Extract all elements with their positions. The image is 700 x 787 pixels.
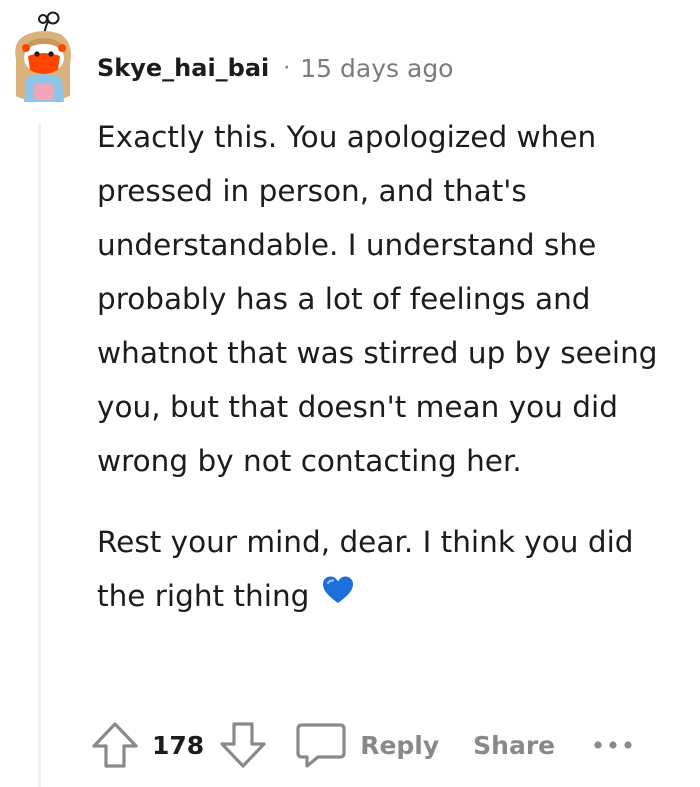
thread-line[interactable]	[38, 124, 41, 787]
vote-score: 178	[152, 730, 205, 760]
snoo-avatar-icon	[15, 11, 71, 102]
meta-separator: ·	[283, 55, 291, 81]
more-dots-icon	[594, 741, 632, 749]
reply-label: Reply	[360, 730, 440, 760]
comment-actions: 178 Reply Share	[90, 712, 633, 778]
share-button[interactable]: Share	[473, 731, 555, 760]
avatar[interactable]	[4, 4, 82, 104]
comment-paragraph: Exactly this. You apologized when presse…	[97, 120, 658, 478]
comment-bubble-icon	[296, 723, 346, 768]
comment-timestamp[interactable]: 15 days ago	[300, 54, 453, 83]
comment-header: Skye_hai_bai · 15 days ago	[97, 50, 453, 86]
comment-paragraph-text: Rest your mind, dear. I think you did th…	[97, 525, 634, 613]
more-options-button[interactable]	[593, 739, 633, 751]
reply-button[interactable]: Reply	[294, 720, 439, 770]
author-username[interactable]: Skye_hai_bai	[97, 54, 269, 82]
downvote-button[interactable]	[218, 719, 268, 771]
comment-body: Exactly this. You apologized when presse…	[97, 110, 687, 623]
upvote-arrow-icon	[92, 722, 138, 768]
blue-heart-icon	[321, 568, 355, 622]
comment-paragraph: Rest your mind, dear. I think you did th…	[97, 515, 687, 623]
upvote-button[interactable]	[90, 719, 140, 771]
downvote-arrow-icon	[220, 722, 266, 768]
